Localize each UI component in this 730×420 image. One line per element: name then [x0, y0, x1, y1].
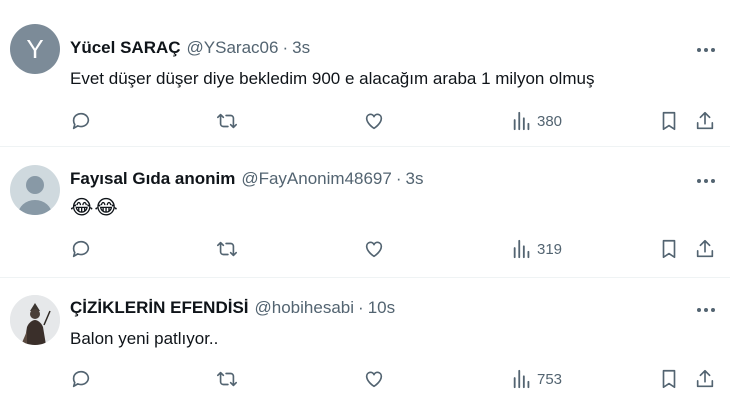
tweet[interactable]: Fayısal Gıda anonim @FayAnonim48697 · 3s… [0, 147, 730, 277]
more-icon[interactable] [694, 300, 718, 320]
bookmark-button[interactable] [658, 367, 680, 391]
more-icon[interactable] [694, 171, 718, 191]
views-icon [513, 111, 530, 131]
retweet-button[interactable] [216, 109, 238, 133]
views-count: 319 [537, 240, 563, 258]
display-name[interactable]: Fayısal Gıda anonim [70, 169, 235, 189]
tweet-header: Yücel SARAÇ @YSarac06 · 3s [70, 38, 310, 58]
views-icon [513, 239, 530, 259]
user-handle[interactable]: @FayAnonim48697 [241, 169, 392, 189]
views-count: 753 [537, 370, 563, 388]
like-button[interactable] [363, 109, 385, 133]
separator: · [358, 298, 364, 317]
timestamp[interactable]: 3s [406, 169, 424, 189]
timestamp[interactable]: 3s [292, 38, 310, 58]
display-name[interactable]: ÇİZİKLERİN EFENDİSİ [70, 298, 249, 318]
display-name[interactable]: Yücel SARAÇ [70, 38, 181, 58]
like-icon [365, 371, 383, 388]
retweet-icon [217, 113, 237, 129]
tweet-text: 😂😂 [70, 197, 119, 219]
more-icon[interactable] [694, 40, 718, 60]
user-handle[interactable]: @YSarac06 [187, 38, 279, 58]
retweet-button[interactable] [216, 237, 238, 261]
views-button[interactable]: 380 [511, 109, 562, 133]
share-icon [696, 111, 714, 130]
reply-icon [72, 112, 90, 130]
separator: · [395, 169, 402, 188]
warrior-avatar-icon [10, 295, 60, 345]
reply-button[interactable] [70, 367, 92, 391]
reply-button[interactable] [70, 109, 92, 133]
separator: · [282, 38, 289, 57]
reply-button[interactable] [70, 237, 92, 261]
share-button[interactable] [694, 237, 716, 261]
share-icon [696, 239, 714, 258]
tweet[interactable]: ÇİZİKLERİN EFENDİSİ @hobihesabi · 10s Ba… [0, 278, 730, 420]
user-handle[interactable]: @hobihesabi [255, 298, 355, 318]
timestamp[interactable]: 10s [368, 298, 395, 318]
retweet-icon [217, 371, 237, 387]
avatar[interactable]: Y [10, 24, 60, 74]
like-button[interactable] [363, 237, 385, 261]
bookmark-icon [662, 111, 676, 131]
tweet-text: Evet düşer düşer diye bekledim 900 e ala… [70, 69, 595, 88]
tweet-header: Fayısal Gıda anonim @FayAnonim48697 · 3s [70, 169, 423, 189]
avatar[interactable] [10, 295, 60, 345]
like-icon [365, 241, 383, 258]
tweet-header: ÇİZİKLERİN EFENDİSİ @hobihesabi · 10s [70, 298, 395, 318]
avatar-letter: Y [26, 33, 44, 64]
bookmark-icon [662, 239, 676, 259]
action-bar: 753 [70, 367, 718, 391]
reply-icon [72, 370, 90, 388]
share-button[interactable] [694, 367, 716, 391]
like-button[interactable] [363, 367, 385, 391]
tweet-text: Balon yeni patlıyor.. [70, 329, 219, 348]
retweet-icon [217, 241, 237, 257]
bookmark-button[interactable] [658, 237, 680, 261]
action-bar: 319 [70, 237, 718, 261]
retweet-button[interactable] [216, 367, 238, 391]
views-button[interactable]: 753 [511, 367, 562, 391]
share-button[interactable] [694, 109, 716, 133]
bookmark-icon [662, 369, 676, 389]
share-icon [696, 369, 714, 388]
action-bar: 380 [70, 109, 718, 133]
reply-icon [72, 240, 90, 258]
default-avatar-icon [18, 176, 52, 215]
avatar[interactable] [10, 165, 60, 215]
views-button[interactable]: 319 [511, 237, 562, 261]
views-icon [513, 369, 530, 389]
tweet[interactable]: Y Yücel SARAÇ @YSarac06 · 3s Evet düşer … [0, 0, 730, 146]
views-count: 380 [537, 112, 563, 130]
like-icon [365, 113, 383, 130]
bookmark-button[interactable] [658, 109, 680, 133]
